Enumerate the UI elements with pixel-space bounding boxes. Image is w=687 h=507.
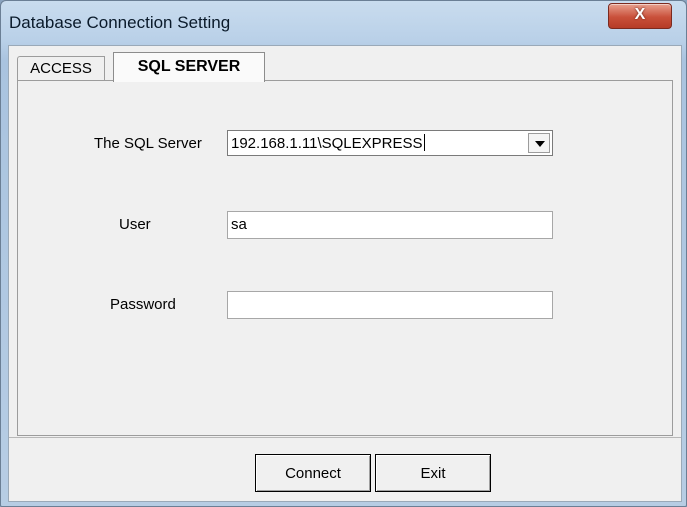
password-label: Password <box>110 296 176 313</box>
tab-strip: ACCESS SQL SERVER <box>17 52 667 82</box>
window-title: Database Connection Setting <box>9 13 231 32</box>
dialog-body: ACCESS SQL SERVER The SQL Server 192.168… <box>8 45 682 502</box>
close-button[interactable]: X <box>608 3 672 29</box>
close-icon: X <box>634 6 646 23</box>
user-label: User <box>119 216 151 233</box>
title-bar[interactable]: Database Connection Setting X <box>1 1 686 45</box>
user-input[interactable]: sa <box>227 211 553 239</box>
connect-button[interactable]: Connect <box>255 454 371 492</box>
password-input[interactable] <box>227 291 553 319</box>
chevron-down-icon <box>535 141 545 147</box>
server-dropdown-button[interactable] <box>528 133 550 153</box>
sql-server-panel: The SQL Server 192.168.1.11\SQLEXPRESS U… <box>17 80 673 436</box>
exit-button[interactable]: Exit <box>375 454 491 492</box>
dialog-window: Database Connection Setting X ACCESS SQL… <box>0 0 687 507</box>
tab-access[interactable]: ACCESS <box>17 56 105 81</box>
text-cursor <box>423 134 425 151</box>
server-combobox[interactable]: 192.168.1.11\SQLEXPRESS <box>227 130 553 156</box>
server-label: The SQL Server <box>94 135 202 152</box>
tab-sql-server[interactable]: SQL SERVER <box>113 52 265 82</box>
button-bar: Connect Exit <box>9 437 681 502</box>
server-value: 192.168.1.11\SQLEXPRESS <box>231 134 425 152</box>
